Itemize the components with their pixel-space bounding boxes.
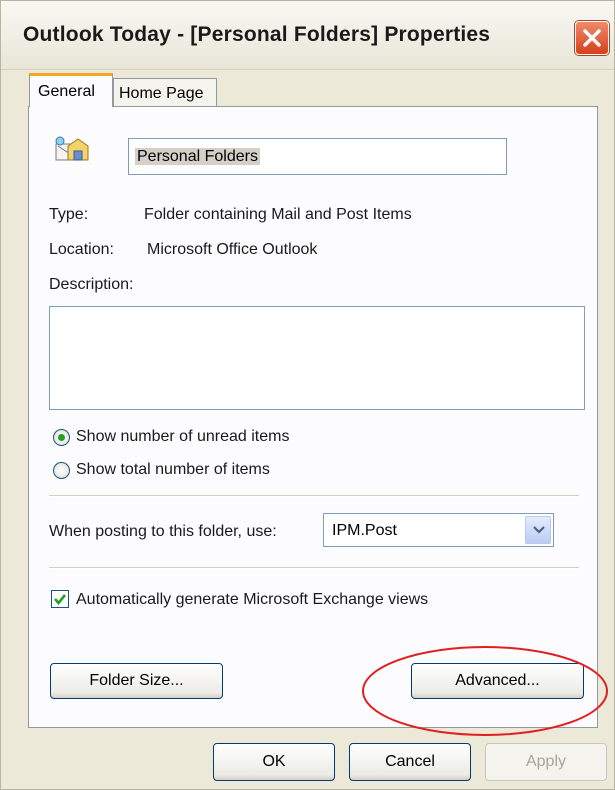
apply-button[interactable]: Apply bbox=[485, 743, 607, 781]
location-label: Location: bbox=[49, 241, 114, 258]
separator bbox=[49, 495, 579, 497]
checkmark-icon bbox=[54, 594, 67, 606]
show-unread-radio[interactable] bbox=[53, 429, 70, 446]
folder-size-button[interactable]: Folder Size... bbox=[50, 663, 223, 699]
separator bbox=[49, 567, 579, 569]
exchange-views-checkbox[interactable] bbox=[51, 590, 69, 608]
show-unread-label[interactable]: Show number of unread items bbox=[76, 428, 289, 446]
window-title: Outlook Today - [Personal Folders] Prope… bbox=[23, 23, 491, 46]
tab-general[interactable]: General bbox=[29, 73, 113, 107]
title-bar[interactable]: Outlook Today - [Personal Folders] Prope… bbox=[1, 1, 614, 70]
chevron-down-icon bbox=[533, 526, 545, 534]
properties-dialog: Outlook Today - [Personal Folders] Prope… bbox=[0, 0, 615, 790]
description-textarea[interactable] bbox=[49, 306, 585, 410]
type-label: Type: bbox=[49, 206, 89, 223]
radio-selected-dot bbox=[58, 434, 65, 441]
posting-form-dropdown[interactable]: IPM.Post bbox=[323, 513, 554, 547]
show-total-radio[interactable] bbox=[53, 462, 70, 479]
close-icon bbox=[583, 29, 601, 47]
posting-form-value: IPM.Post bbox=[332, 522, 397, 539]
folder-name-field[interactable]: Personal Folders bbox=[128, 138, 507, 175]
general-tab-panel bbox=[28, 106, 598, 728]
close-button[interactable] bbox=[575, 21, 609, 55]
tab-home-page[interactable]: Home Page bbox=[113, 78, 217, 107]
location-value: Microsoft Office Outlook bbox=[147, 241, 318, 258]
folder-properties-icon bbox=[55, 136, 89, 161]
posting-label: When posting to this folder, use: bbox=[49, 523, 277, 540]
exchange-views-label[interactable]: Automatically generate Microsoft Exchang… bbox=[76, 591, 428, 609]
dropdown-arrow-button[interactable] bbox=[525, 516, 551, 544]
cancel-button[interactable]: Cancel bbox=[349, 743, 471, 781]
highlight-ellipse bbox=[362, 646, 608, 736]
description-label: Description: bbox=[49, 276, 134, 293]
type-value: Folder containing Mail and Post Items bbox=[144, 206, 412, 223]
ok-button[interactable]: OK bbox=[213, 743, 335, 781]
show-total-label[interactable]: Show total number of items bbox=[76, 461, 270, 479]
folder-name-value: Personal Folders bbox=[135, 148, 260, 165]
